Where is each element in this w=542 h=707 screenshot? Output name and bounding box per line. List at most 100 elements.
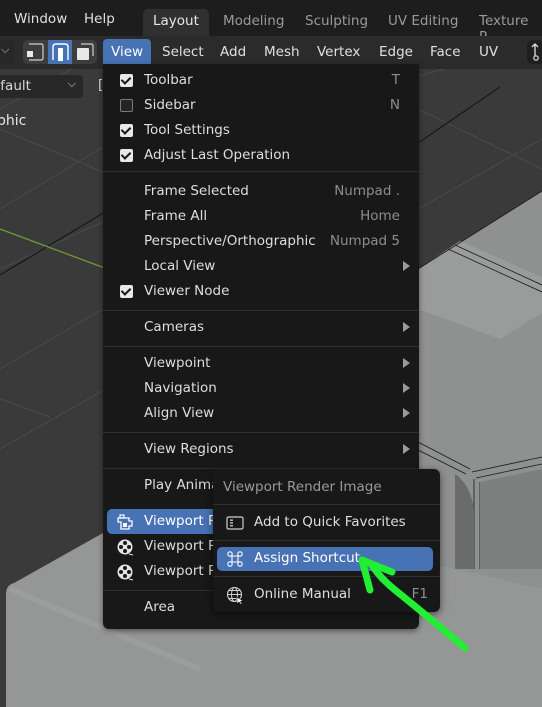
menu-item-navigation[interactable]: Navigation (103, 376, 419, 401)
menu-item-toolbar[interactable]: Toolbar T (103, 68, 419, 93)
header-menu-add[interactable]: Add (212, 39, 254, 65)
transform-pivot-button[interactable] (527, 40, 542, 64)
menu-item-viewport-render-image[interactable]: Viewport R (107, 509, 227, 534)
header-menu-view[interactable]: View (103, 39, 152, 65)
chevron-down-icon: ⌵ (67, 77, 76, 90)
online-manual-icon (226, 586, 244, 605)
menu-item-label: Viewport R (144, 513, 218, 529)
menu-separator (103, 171, 419, 172)
menu-item-label: Align View (144, 405, 215, 421)
tab-modeling[interactable]: Modeling (213, 9, 294, 36)
submenu-arrow-icon (403, 322, 410, 332)
context-item-label: Assign Shortcut (254, 550, 360, 566)
menu-separator (103, 310, 419, 311)
menu-item-label: Tool Settings (144, 122, 230, 138)
menu-item-viewer-node[interactable]: Viewer Node (103, 279, 419, 304)
menu-item-label: Viewpoint (144, 355, 211, 371)
menu-item-label: Navigation (144, 380, 217, 396)
tab-texture-paint[interactable]: Texture P (469, 9, 542, 45)
face-select-button[interactable] (73, 40, 97, 64)
vertex-select-icon (27, 43, 44, 61)
workspace-topbar: Window Help Layout Modeling Sculpting UV… (0, 0, 542, 45)
tab-sculpting[interactable]: Sculpting (295, 9, 378, 36)
menu-item-label: Area (144, 599, 176, 615)
checkbox-checked-icon[interactable] (120, 74, 133, 87)
context-item-add-to-quick-favorites[interactable]: Add to Quick Favorites (217, 511, 433, 535)
menu-help[interactable]: Help (84, 11, 115, 27)
menu-item-label: Frame All (144, 208, 208, 224)
menu-item-label: Adjust Last Operation (144, 147, 291, 163)
context-item-online-manual[interactable]: Online Manual F1 (217, 583, 433, 607)
menu-item-frame-all[interactable]: Frame All Home (103, 204, 419, 229)
menu-item-label: Frame Selected (144, 183, 249, 199)
vertex-select-button[interactable] (23, 40, 47, 64)
header-menu-select[interactable]: Select (154, 39, 212, 65)
menu-item-label: Sidebar (144, 97, 196, 113)
menu-item-tool-settings[interactable]: Tool Settings (103, 118, 419, 143)
menu-item-label: Viewer Node (144, 283, 230, 299)
menu-separator (103, 346, 419, 347)
checkbox-checked-icon[interactable] (120, 285, 133, 298)
menu-item-label: View Regions (144, 441, 234, 457)
checkbox-unchecked-icon[interactable] (120, 99, 133, 112)
context-menu: Viewport Render Image Add to Quick Favor… (213, 469, 440, 612)
menu-item-sidebar[interactable]: Sidebar N (103, 93, 419, 118)
menu-item-label: Cameras (144, 319, 205, 335)
select-mode-group (23, 40, 97, 64)
menu-separator (213, 540, 440, 541)
menu-item-viewpoint[interactable]: Viewpoint (103, 351, 419, 376)
menu-item-label: Viewport R (144, 538, 218, 554)
context-item-assign-shortcut[interactable]: Assign Shortcut (217, 547, 433, 571)
face-select-icon (77, 43, 94, 60)
editor-type-dropdown[interactable]: ⌵ (0, 40, 14, 64)
transform-pivot-icon (531, 43, 539, 61)
menu-item-cameras[interactable]: Cameras (103, 315, 419, 340)
mesh-side-face (480, 469, 542, 569)
shortcut-label: F1 (411, 586, 428, 602)
submenu-arrow-icon (403, 383, 410, 393)
menu-item-label: Play Anima (144, 477, 220, 493)
menu-item-view-regions[interactable]: View Regions (103, 437, 419, 462)
orientation-dropdown[interactable]: efault ⌵ (0, 75, 83, 98)
keyboard-shortcut-icon (227, 551, 243, 567)
shortcut-label: Numpad . (334, 183, 400, 199)
menu-item-perspective-orthographic[interactable]: Perspective/Orthographic Numpad 5 (103, 229, 419, 254)
shortcut-label: N (389, 97, 400, 113)
context-menu-title: Viewport Render Image (223, 479, 382, 495)
edge-select-button[interactable] (48, 40, 72, 64)
orientation-value: efault (0, 78, 31, 94)
menu-window[interactable]: Window (14, 11, 67, 27)
edge-select-icon (52, 43, 69, 61)
menu-item-local-view[interactable]: Local View (103, 254, 419, 279)
menu-item-frame-selected[interactable]: Frame Selected Numpad . (103, 179, 419, 204)
shortcut-label: Home (360, 208, 400, 224)
render-animation-icon (117, 564, 134, 581)
menu-item-adjust-last-operation[interactable]: Adjust Last Operation (103, 143, 419, 168)
menu-item-label: Local View (144, 258, 216, 274)
tab-uv-editing[interactable]: UV Editing (378, 9, 468, 36)
menu-separator (213, 504, 440, 505)
menu-separator (213, 576, 440, 577)
menu-item-align-view[interactable]: Align View (103, 401, 419, 426)
tab-layout[interactable]: Layout (143, 9, 209, 36)
header-menu-face[interactable]: Face (422, 39, 469, 65)
viewport-overlay-text: phic (0, 113, 27, 129)
header-menu-vertex[interactable]: Vertex (309, 39, 368, 65)
header-menu-uv[interactable]: UV (471, 39, 506, 65)
menu-separator (103, 432, 419, 433)
submenu-arrow-icon (403, 408, 410, 418)
shortcut-label: T (391, 72, 400, 88)
render-still-icon (117, 514, 133, 530)
checkbox-checked-icon[interactable] (120, 149, 133, 162)
context-item-label: Add to Quick Favorites (254, 514, 406, 530)
shortcut-label: Numpad 5 (329, 233, 400, 249)
submenu-arrow-icon (403, 444, 410, 454)
header-menu-edge[interactable]: Edge (371, 39, 421, 65)
header-menu-mesh[interactable]: Mesh (256, 39, 308, 65)
menu-item-label: Viewport R (144, 563, 218, 579)
quick-favorites-icon (226, 516, 244, 530)
checkbox-checked-icon[interactable] (120, 124, 133, 137)
submenu-arrow-icon (403, 358, 410, 368)
context-item-label: Online Manual (254, 586, 351, 602)
menu-item-label: Perspective/Orthographic (144, 233, 316, 249)
